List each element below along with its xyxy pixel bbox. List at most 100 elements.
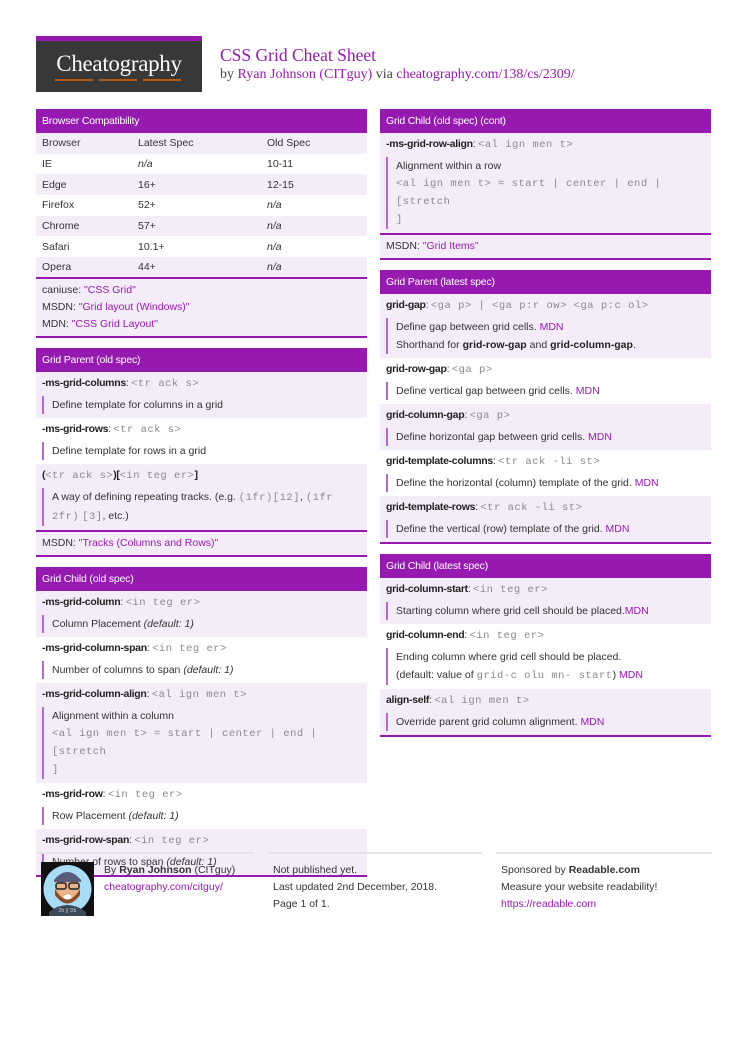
browser-cell: Safari: [42, 240, 70, 253]
property-name: grid-column-end: [386, 629, 465, 641]
property-line: (<tr ack s>)[<in teg er>]: [42, 467, 361, 484]
mdn-link[interactable]: MDN: [540, 321, 564, 333]
mdn-link[interactable]: MDN: [580, 716, 604, 728]
avatar[interactable]: 2b || !2b: [41, 862, 94, 916]
sponsor-link[interactable]: https://readable.com: [501, 898, 596, 910]
list-item: grid-gap: <ga p> | <ga p:r ow> <ga p:c o…: [380, 294, 711, 358]
browser-cell: IE: [42, 158, 52, 171]
latest-spec-cell: 52+: [138, 199, 156, 212]
property-description: Column Placement (default: 1): [42, 614, 361, 633]
section-header: Grid Parent (latest spec): [380, 270, 711, 294]
mdn-link[interactable]: MDN: [635, 477, 659, 489]
property-line: -ms-grid-column-span: <in teg er>: [42, 641, 227, 655]
property-description: Define gap between grid cells. MDN Short…: [386, 318, 705, 354]
mdn-link[interactable]: MDN: [576, 385, 600, 397]
table-row: IE n/a 10-11: [36, 153, 367, 175]
property-line: grid-row-gap: <ga p>: [386, 363, 493, 376]
mdn-link[interactable]: MDN: [588, 431, 612, 443]
latest-spec-cell: 57+: [138, 220, 156, 233]
msdn-link[interactable]: "Grid layout (Windows)": [79, 301, 190, 313]
browser-compat-table: Browser Latest Spec Old Spec IE n/a 10-1…: [36, 133, 367, 279]
list-item: -ms-grid-columns: <tr ack s> Define temp…: [36, 371, 367, 418]
left-column: Browser Compatibility Browser Latest Spe…: [36, 109, 367, 887]
msdn-tracks-link[interactable]: "Tracks (Columns and Rows)": [79, 537, 219, 549]
mdn-link[interactable]: MDN: [606, 523, 630, 535]
property-line: -ms-grid-row-align: <al ign men t>: [386, 138, 574, 151]
property-line: grid-gap: <ga p> | <ga p:r ow> <ga p:c o…: [386, 299, 649, 312]
section-note: MSDN: "Grid Items": [380, 233, 711, 260]
by-text: By: [104, 864, 117, 876]
msdn-grid-items-link[interactable]: "Grid Items": [423, 240, 479, 252]
list-item: grid-column-gap: <ga p> Define horizonta…: [380, 404, 711, 450]
property-name: grid-column-gap: [386, 409, 465, 421]
mdn-link[interactable]: "CSS Grid Layout": [72, 318, 158, 330]
property-name: grid-template-rows: [386, 501, 476, 513]
sponsor-prefix: Sponsored by: [501, 864, 566, 876]
property-value: <ga p> | <ga p:r ow> <ga p:c ol>: [430, 300, 649, 312]
list-item: -ms-grid-column: <in teg er> Column Plac…: [36, 590, 367, 637]
section-header: Browser Compatibility: [36, 109, 367, 133]
last-updated: Last updated 2nd December, 2018.: [273, 881, 438, 893]
list-item: align-self: <al ign men t> Override pare…: [380, 689, 711, 735]
old-spec-cell: n/a: [267, 260, 282, 273]
footer-meta: Not published yet. Last updated 2nd Dece…: [268, 852, 482, 913]
desc-text: Number of columns to span: [52, 663, 181, 676]
property-line: grid-template-columns: <tr ack -li st>: [386, 455, 601, 468]
author-link[interactable]: Ryan Johnson (CITguy): [238, 67, 373, 82]
section-header: Grid Child (latest spec): [380, 554, 711, 578]
old-spec-cell: n/a: [267, 220, 282, 233]
desc-text: A way of defining repeating tracks. (e.g…: [52, 490, 236, 503]
browser-cell: Opera: [42, 260, 72, 273]
author-info: By Ryan Johnson (CITguy) cheatography.co…: [104, 862, 254, 896]
grid-child-old-section: Grid Child (old spec) -ms-grid-column: <…: [36, 566, 367, 877]
property-value: <ga p>: [451, 364, 493, 376]
svg-text:2b || !2b: 2b || !2b: [59, 908, 77, 914]
shorthand-prefix: Shorthand for: [396, 339, 460, 351]
latest-spec-cell: 44+: [138, 260, 156, 273]
and-text: and: [529, 339, 548, 351]
grid-child-latest-section: Grid Child (latest spec) grid-column-sta…: [380, 554, 711, 737]
property-description: Number of columns to span (default: 1): [42, 660, 361, 679]
compat-notes: caniuse: "CSS Grid" MSDN: "Grid layout (…: [36, 278, 367, 338]
property-value: <in teg er>: [125, 596, 201, 609]
property-name: grid-template-columns: [386, 455, 493, 467]
latest-spec-cell: 10.1+: [138, 240, 165, 253]
property-description: Ending column where grid cell should be …: [386, 648, 705, 685]
property-name: grid-column-start: [386, 583, 468, 595]
property-line: grid-column-gap: <ga p>: [386, 409, 511, 422]
via-text: via: [375, 67, 393, 82]
grid-parent-old-section: Grid Parent (old spec) -ms-grid-columns:…: [36, 347, 367, 557]
table-row: Edge 16+ 12-15: [36, 174, 367, 196]
property-description: Define template for columns in a grid: [42, 395, 361, 414]
browser-cell: Chrome: [42, 220, 80, 233]
right-column: Grid Child (old spec) (cont) -ms-grid-ro…: [380, 109, 711, 747]
property-value: <al ign men t>: [151, 688, 247, 701]
footer-author: 2b || !2b By Ryan Johnson (CITguy) cheat…: [36, 852, 254, 916]
caniuse-link[interactable]: "CSS Grid": [84, 284, 136, 296]
list-item: grid-column-start: <in teg er> Starting …: [380, 578, 711, 624]
table-row: Chrome 57+ n/a: [36, 215, 367, 237]
mdn-link[interactable]: MDN: [625, 605, 649, 617]
by-prefix: by: [220, 67, 234, 82]
property-name: grid-row-gap: [386, 363, 447, 375]
footer-sponsor: Sponsored by Readable.com Measure your w…: [496, 852, 712, 913]
property-name: -ms-grid-row-span: [42, 833, 130, 846]
desc-text: Define gap between grid cells.: [396, 321, 537, 333]
property-description: Define the vertical (row) template of th…: [386, 520, 705, 538]
sheet-url-link[interactable]: cheatography.com/138/cs/2309/: [396, 67, 574, 82]
property-line: grid-column-end: <in teg er>: [386, 629, 545, 642]
list-item: -ms-grid-row-align: <al ign men t> Align…: [380, 133, 711, 233]
column-header: Browser: [42, 137, 81, 150]
author-profile-link[interactable]: cheatography.com/citguy/: [104, 881, 223, 893]
list-item: -ms-grid-rows: <tr ack s> Define templat…: [36, 417, 367, 464]
cheatography-logo[interactable]: Cheatography: [36, 36, 202, 92]
title-block: CSS Grid Cheat Sheet by Ryan Johnson (CI…: [220, 45, 575, 85]
bracket-close: ]: [194, 468, 198, 481]
desc-text: Alignment within a column: [52, 709, 174, 722]
mdn-link[interactable]: MDN: [619, 669, 643, 681]
browser-cell: Edge: [42, 178, 67, 191]
property-name: align-self: [386, 694, 430, 706]
property-line: grid-column-start: <in teg er>: [386, 583, 548, 596]
property-line: -ms-grid-column-align: <al ign men t>: [42, 687, 247, 701]
sponsor-tagline: Measure your website readability!: [501, 881, 658, 893]
